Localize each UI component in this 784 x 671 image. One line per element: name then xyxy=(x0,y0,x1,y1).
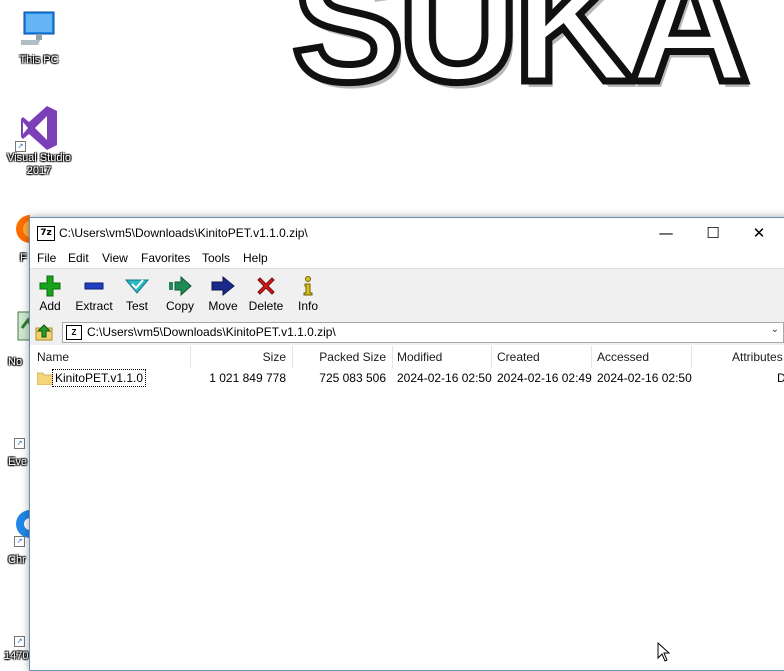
move-label: Move xyxy=(208,299,238,313)
column-separator[interactable] xyxy=(392,346,393,368)
test-icon xyxy=(125,279,149,294)
file-list[interactable]: Name Size Packed Size Modified Created A… xyxy=(30,346,784,670)
column-header-attributes[interactable]: Attributes xyxy=(732,346,783,368)
desktop-icon-firefox[interactable]: F xyxy=(0,205,30,265)
column-header-accessed[interactable]: Accessed xyxy=(597,346,649,368)
desktop-icon-label: This PC xyxy=(19,54,59,66)
file-manager-window[interactable]: 7z C:\Users\vm5\Downloads\KinitoPET.v1.1… xyxy=(29,217,784,671)
test-label: Test xyxy=(125,299,148,313)
delete-label: Delete xyxy=(248,299,284,313)
column-header-modified[interactable]: Modified xyxy=(397,346,442,368)
chevron-down-icon[interactable]: ⌄ xyxy=(771,324,779,335)
delete-icon xyxy=(257,277,275,295)
shortcut-arrow-icon: ↗ xyxy=(14,438,25,449)
shortcut-arrow-icon: ↗ xyxy=(15,141,26,152)
delete-button[interactable]: Delete xyxy=(244,273,288,317)
column-header-name[interactable]: Name xyxy=(37,346,69,368)
info-icon xyxy=(303,276,313,296)
column-header-created[interactable]: Created xyxy=(497,346,540,368)
file-accessed: 2024-02-16 02:50 xyxy=(597,371,692,385)
window-title: C:\Users\vm5\Downloads\KinitoPET.v1.1.0.… xyxy=(59,226,308,240)
wallpaper-text: SUKA xyxy=(289,0,754,117)
mouse-cursor-icon xyxy=(657,642,671,662)
move-icon xyxy=(211,275,235,297)
menu-favorites[interactable]: Favorites xyxy=(141,251,190,265)
test-button[interactable]: Test xyxy=(115,273,159,317)
address-field[interactable]: Z C:\Users\vm5\Downloads\KinitoPET.v1.1.… xyxy=(62,322,784,343)
up-folder-button[interactable] xyxy=(34,322,54,342)
address-bar: Z C:\Users\vm5\Downloads\KinitoPET.v1.1.… xyxy=(30,319,784,345)
column-separator[interactable] xyxy=(591,346,592,368)
info-button[interactable]: Info xyxy=(286,273,330,317)
desktop-icon-label: Eve xyxy=(8,456,27,468)
file-size: 1 021 849 778 xyxy=(209,371,286,385)
add-button[interactable]: Add xyxy=(28,273,72,317)
column-separator[interactable] xyxy=(491,346,492,368)
desktop-icon-notepad[interactable]: No xyxy=(0,310,30,372)
file-attributes: D xyxy=(777,371,784,385)
menu-bar: File Edit View Favorites Tools Help xyxy=(30,248,784,268)
move-button[interactable]: Move xyxy=(201,273,245,317)
desktop-icon-label: F xyxy=(20,252,27,264)
menu-view[interactable]: View xyxy=(102,251,128,265)
copy-label: Copy xyxy=(165,299,194,313)
desktop-icon-label: No xyxy=(8,356,23,368)
copy-button[interactable]: Copy xyxy=(158,273,202,317)
shortcut-arrow-icon: ↗ xyxy=(14,536,25,547)
extract-icon xyxy=(84,282,104,290)
add-label: Add xyxy=(39,299,61,313)
up-folder-icon xyxy=(35,324,53,341)
desktop-icon-label: 1470 xyxy=(4,650,29,662)
folder-icon xyxy=(37,372,53,385)
desktop-icon-visual-studio[interactable]: ↗ Visual Studio 2017 xyxy=(1,104,77,178)
firefox-icon xyxy=(16,215,30,243)
shortcut-arrow-icon: ↗ xyxy=(14,636,25,647)
copy-icon xyxy=(169,275,192,297)
desktop-icon-this-pc[interactable]: This PC xyxy=(1,10,77,67)
file-name[interactable]: KinitoPET.v1.1.0 xyxy=(52,369,147,387)
column-header-size[interactable]: Size xyxy=(191,346,286,368)
column-header-packed-size[interactable]: Packed Size xyxy=(293,346,386,368)
menu-tools[interactable]: Tools xyxy=(202,251,230,265)
file-modified: 2024-02-16 02:50 xyxy=(397,371,492,385)
table-row[interactable]: KinitoPET.v1.1.0 1 021 849 778 725 083 5… xyxy=(30,368,784,388)
add-icon xyxy=(39,275,61,297)
file-packed-size: 725 083 506 xyxy=(319,371,386,385)
desktop-icon-everything[interactable]: ↗ Eve xyxy=(0,400,30,472)
maximize-button[interactable]: ☐ xyxy=(690,218,736,248)
toolbar: Add Extract Test Copy Move Delete Info xyxy=(30,268,784,321)
column-separator[interactable] xyxy=(691,346,692,368)
close-button[interactable]: ✕ xyxy=(736,218,782,248)
menu-help[interactable]: Help xyxy=(243,251,268,265)
address-path: C:\Users\vm5\Downloads\KinitoPET.v1.1.0.… xyxy=(87,325,336,339)
extract-button[interactable]: Extract xyxy=(72,273,116,317)
minimize-button[interactable]: — xyxy=(643,218,689,248)
desktop-icon-label: Visual Studio 2017 xyxy=(6,152,71,177)
info-label: Info xyxy=(297,299,318,313)
menu-file[interactable]: File xyxy=(37,251,56,265)
computer-icon xyxy=(21,11,55,45)
app-icon: 7z xyxy=(37,226,55,241)
title-bar[interactable]: 7z C:\Users\vm5\Downloads\KinitoPET.v1.1… xyxy=(30,218,784,248)
menu-edit[interactable]: Edit xyxy=(68,251,89,265)
archive-icon: Z xyxy=(66,325,82,340)
desktop-icon-chrome[interactable]: ↗ Chr xyxy=(0,500,30,572)
extract-label: Extract xyxy=(75,299,113,313)
file-created: 2024-02-16 02:49 xyxy=(497,371,592,385)
desktop-icon-label: Chr xyxy=(8,554,26,566)
desktop-icon-file[interactable]: ↗ 1470 xyxy=(0,630,30,663)
